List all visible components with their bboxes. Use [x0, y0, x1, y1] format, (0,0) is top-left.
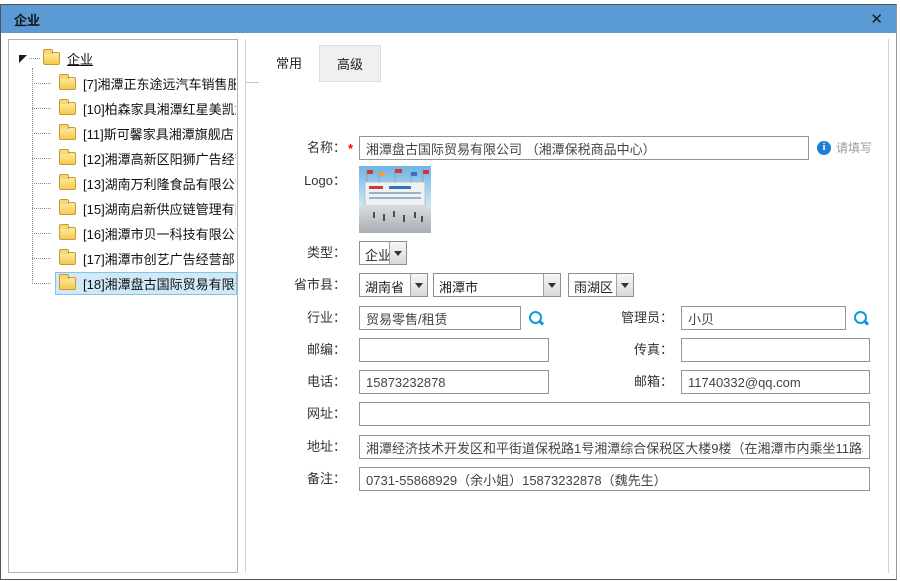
address-label: 地址： [246, 435, 346, 459]
company-form-panel: 常用 高级 名称： * i 请填写 Logo： [245, 39, 889, 573]
address-input[interactable] [359, 435, 870, 459]
company-tree-panel: 企业 [7]湘潭正东途远汽车销售服务有限 [10]柏森家具湘潭红星美凯龙店 [1… [8, 39, 238, 573]
tree-item-label: [13]湖南万利隆食品有限公司 [83, 174, 237, 193]
email-input[interactable] [681, 370, 870, 394]
fax-label: 传真： [598, 338, 673, 362]
type-select[interactable]: 企业 [359, 241, 407, 265]
search-icon[interactable] [854, 311, 868, 325]
page: 企业 ✕ 企业 [7]湘潭正东途远汽车销售服务有限 [10]柏森家具湘潭红星美凯… [0, 0, 901, 581]
tree-item[interactable]: [15]湖南启新供应链管理有限公司 [32, 196, 237, 221]
postcode-input[interactable] [359, 338, 549, 362]
folder-icon [59, 277, 76, 290]
enterprise-dialog: 企业 ✕ 企业 [7]湘潭正东途远汽车销售服务有限 [10]柏森家具湘潭红星美凯… [0, 4, 897, 580]
remark-input[interactable] [359, 467, 870, 491]
manager-label: 管理员： [598, 306, 673, 330]
tree-item-node[interactable]: [17]湘潭市创艺广告经营部 [55, 247, 237, 270]
tree-item-node[interactable]: [13]湖南万利隆食品有限公司 [55, 172, 237, 195]
type-select-value: 企业 [360, 242, 389, 264]
website-input[interactable] [359, 402, 870, 426]
industry-input[interactable] [359, 306, 521, 330]
folder-icon [59, 177, 76, 190]
province-select[interactable]: 湖南省 [359, 273, 428, 297]
folder-icon [59, 152, 76, 165]
dialog-title: 企业 [14, 10, 40, 29]
folder-icon [59, 227, 76, 240]
tabstrip-border [246, 82, 259, 83]
tree-item-node[interactable]: [18]湘潭盘古国际贸易有限公司 [55, 272, 237, 295]
phone-input[interactable] [359, 370, 549, 394]
tree-item[interactable]: [7]湘潭正东途远汽车销售服务有限 [32, 71, 237, 96]
tree-item[interactable]: [13]湖南万利隆食品有限公司 [32, 171, 237, 196]
city-select[interactable]: 湘潭市 [433, 273, 561, 297]
tree-item-label: [10]柏森家具湘潭红星美凯龙店 [83, 99, 237, 118]
tree-root-label[interactable]: 企业 [67, 49, 93, 68]
tree-item-node[interactable]: [12]湘潭高新区阳狮广告经营部 [55, 147, 237, 170]
city-select-value: 湘潭市 [434, 274, 543, 296]
name-input[interactable] [359, 136, 809, 160]
tree-connector [29, 58, 40, 59]
folder-icon [43, 52, 60, 65]
phone-label: 电话： [246, 370, 346, 394]
tree-item-node[interactable]: [16]湘潭市贝一科技有限公司 [55, 222, 237, 245]
dialog-titlebar[interactable]: 企业 ✕ [1, 5, 896, 33]
tree-item[interactable]: [10]柏森家具湘潭红星美凯龙店 [32, 96, 237, 121]
website-label: 网址： [246, 402, 346, 426]
tree-item-node[interactable]: [10]柏森家具湘潭红星美凯龙店 [55, 97, 237, 120]
tree-item[interactable]: [18]湘潭盘古国际贸易有限公司 [32, 271, 237, 296]
email-label: 邮箱： [598, 370, 673, 394]
logo-label: Logo： [246, 169, 346, 193]
tree-item[interactable]: [11]斯可馨家具湘潭旗舰店 [32, 121, 237, 146]
postcode-label: 邮编： [246, 338, 346, 362]
manager-input[interactable] [681, 306, 846, 330]
type-label: 类型： [246, 241, 346, 265]
district-select[interactable]: 雨湖区 [568, 273, 634, 297]
tree-item-node[interactable]: [7]湘潭正东途远汽车销售服务有限 [55, 72, 237, 95]
tab-common[interactable]: 常用 [259, 45, 319, 82]
province-select-value: 湖南省 [360, 274, 410, 296]
tree-item-label: [12]湘潭高新区阳狮广告经营部 [83, 149, 237, 168]
folder-icon [59, 252, 76, 265]
industry-label: 行业： [246, 306, 346, 330]
tree-item-label: [15]湖南启新供应链管理有限公司 [83, 199, 237, 218]
name-label: 名称： [246, 136, 346, 160]
fill-hint-text: 请填写 [836, 136, 872, 160]
tree-item-label: [16]湘潭市贝一科技有限公司 [83, 224, 237, 243]
folder-icon [59, 77, 76, 90]
region-label: 省市县： [246, 273, 346, 297]
dropdown-arrow-icon[interactable] [543, 274, 560, 296]
tab-advanced[interactable]: 高级 [319, 45, 381, 82]
tree-item-label: [17]湘潭市创艺广告经营部 [83, 249, 235, 268]
dropdown-arrow-icon[interactable] [616, 274, 633, 296]
tree-item[interactable]: [16]湘潭市贝一科技有限公司 [32, 221, 237, 246]
tree-collapse-icon[interactable] [19, 55, 27, 63]
tree-root[interactable]: 企业 [19, 47, 237, 69]
info-icon: i [817, 141, 831, 155]
tree-item-node[interactable]: [15]湖南启新供应链管理有限公司 [55, 197, 237, 220]
tab-strip: 常用 高级 [259, 45, 381, 82]
tree-item-label: [7]湘潭正东途远汽车销售服务有限 [83, 74, 237, 93]
remark-label: 备注： [246, 467, 346, 491]
tree-item-label: [11]斯可馨家具湘潭旗舰店 [83, 124, 234, 143]
folder-icon [59, 202, 76, 215]
tree-item-label: [18]湘潭盘古国际贸易有限公司 [83, 274, 237, 293]
tree-item[interactable]: [12]湘潭高新区阳狮广告经营部 [32, 146, 237, 171]
tree-item-node[interactable]: [11]斯可馨家具湘潭旗舰店 [55, 122, 237, 145]
search-icon[interactable] [529, 311, 543, 325]
folder-icon [59, 127, 76, 140]
dropdown-arrow-icon[interactable] [389, 242, 406, 264]
district-select-value: 雨湖区 [569, 274, 616, 296]
tree-item[interactable]: [17]湘潭市创艺广告经营部 [32, 246, 237, 271]
required-asterisk: * [348, 136, 353, 162]
logo-image[interactable] [359, 166, 431, 233]
tree-children: [7]湘潭正东途远汽车销售服务有限 [10]柏森家具湘潭红星美凯龙店 [11]斯… [32, 71, 237, 296]
folder-icon [59, 102, 76, 115]
fax-input[interactable] [681, 338, 870, 362]
dropdown-arrow-icon[interactable] [410, 274, 427, 296]
close-icon[interactable]: ✕ [870, 12, 883, 27]
